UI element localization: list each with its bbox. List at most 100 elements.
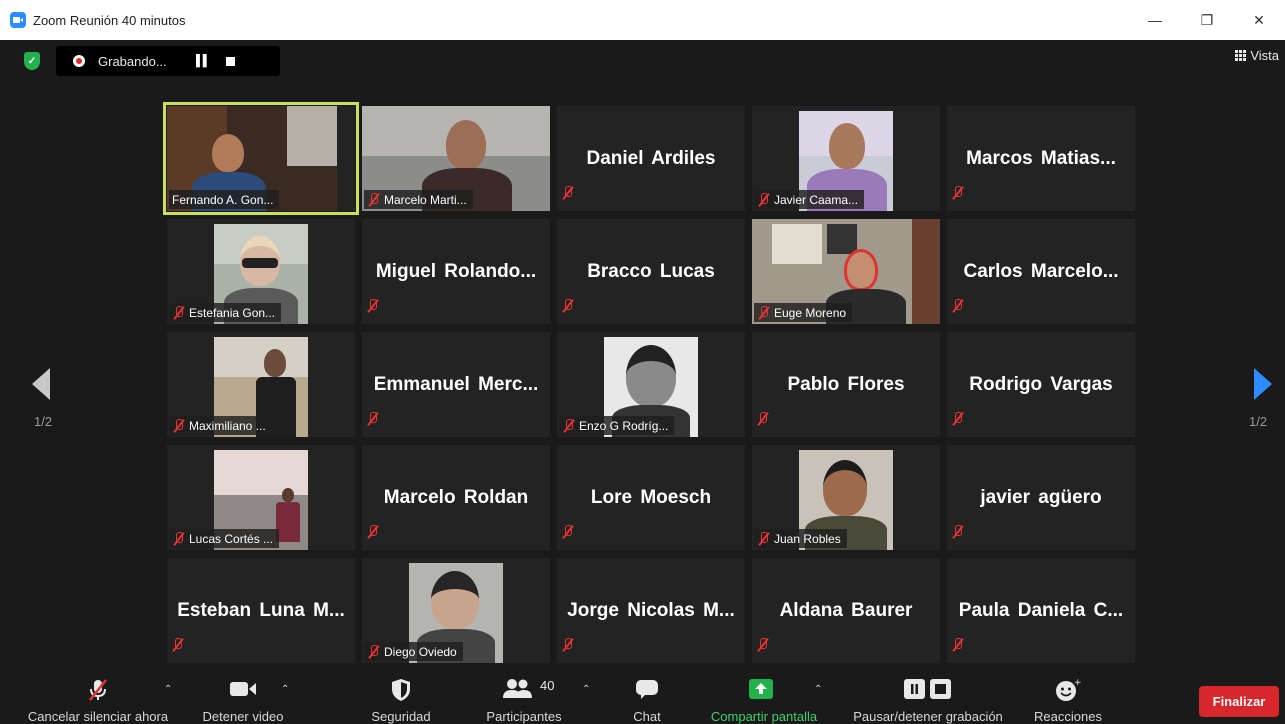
grid-view-icon	[1235, 50, 1247, 61]
participant-tile[interactable]: Euge Moreno	[752, 219, 940, 324]
mic-muted-icon	[756, 412, 769, 426]
participant-tile[interactable]: Marcelo Marti...	[362, 106, 550, 211]
participant-tile[interactable]: Fernando A. Gon...	[163, 102, 359, 215]
mic-muted-icon	[757, 192, 770, 207]
participant-tile[interactable]: Marcelo Roldan	[362, 445, 550, 550]
participant-tile[interactable]: Lore Moesch	[557, 445, 745, 550]
recording-bar: Grabando... ▌▌	[56, 46, 280, 76]
share-screen-label: Compartir pantalla	[710, 709, 818, 724]
participant-name-label: Estefania Gon...	[169, 303, 282, 322]
security-shield-icon	[392, 679, 410, 701]
next-page-arrow-icon[interactable]	[1254, 368, 1272, 400]
participant-name-label: Javier Caama...	[754, 190, 865, 209]
participant-tile[interactable]: Marcos Matias...	[947, 106, 1135, 211]
share-screen-button[interactable]: Compartir pantalla	[700, 666, 828, 724]
participant-name-label: Euge Moreno	[754, 303, 853, 322]
meeting-toolbar: Cancelar silenciar ahora ⌃ Detener video…	[0, 666, 1285, 724]
participant-tile[interactable]: Daniel Ardiles	[557, 106, 745, 211]
participant-tile[interactable]: Maximiliano ...	[167, 332, 355, 437]
participant-tile[interactable]: Rodrigo Vargas	[947, 332, 1135, 437]
mic-muted-icon	[561, 186, 574, 200]
restore-button[interactable]: ❐	[1181, 0, 1233, 40]
participant-tile[interactable]: Juan Robles	[752, 445, 940, 550]
participants-button[interactable]: 40 Participantes	[472, 666, 576, 724]
participant-name-label: Enzo G Rodríg...	[559, 416, 675, 435]
participants-icon	[502, 679, 532, 698]
mic-muted-icon	[561, 299, 574, 313]
audio-options-caret-icon[interactable]: ⌃	[164, 684, 172, 695]
participant-tile[interactable]: Estefania Gon...	[167, 219, 355, 324]
pause-stop-recording-icon	[904, 679, 951, 699]
reactions-label: Reacciones	[1034, 709, 1102, 724]
participant-tile[interactable]: Esteban Luna M...	[167, 558, 355, 663]
gallery-grid: Fernando A. Gon... Marcelo Marti... Dani…	[163, 102, 1137, 664]
participant-tile[interactable]: Pablo Flores	[752, 332, 940, 437]
mic-muted-icon	[951, 299, 964, 313]
participant-name: Miguel Rolando...	[375, 261, 537, 282]
chat-button[interactable]: Chat	[612, 666, 682, 724]
chat-label: Chat	[633, 709, 661, 724]
mic-muted-icon	[951, 525, 964, 539]
participant-name-label: Marcelo Marti...	[364, 190, 473, 209]
participant-tile[interactable]: Bracco Lucas	[557, 219, 745, 324]
participant-tile[interactable]: Lucas Cortés ...	[167, 445, 355, 550]
microphone-muted-icon	[89, 679, 107, 701]
participant-tile[interactable]: Carlos Marcelo...	[947, 219, 1135, 324]
pause-recording-icon[interactable]: ▌▌	[196, 55, 222, 67]
stop-video-button[interactable]: Detener video	[190, 666, 296, 724]
mic-muted-icon	[172, 418, 185, 433]
minimize-button[interactable]: —	[1129, 0, 1181, 40]
page-indicator-left: 1/2	[34, 414, 53, 429]
mic-muted-icon	[562, 418, 575, 433]
security-label: Seguridad	[371, 709, 431, 724]
mic-muted-icon	[172, 531, 185, 546]
share-screen-icon	[749, 679, 774, 699]
participant-name-label: Fernando A. Gon...	[169, 190, 280, 209]
reactions-button[interactable]: + Reacciones	[1024, 666, 1112, 724]
view-button[interactable]: Vista	[1235, 48, 1279, 63]
mic-muted-icon	[561, 638, 574, 652]
participant-name: Aldana Baurer	[779, 600, 913, 621]
mic-muted-icon	[561, 525, 574, 539]
participant-name-label: Diego Oviedo	[364, 642, 463, 661]
close-button[interactable]: ✕	[1233, 0, 1285, 40]
participant-tile[interactable]: Miguel Rolando...	[362, 219, 550, 324]
pause-stop-recording-button[interactable]: Pausar/detener grabación	[840, 666, 1016, 724]
participant-tile[interactable]: Paula Daniela C...	[947, 558, 1135, 663]
stop-recording-icon[interactable]	[226, 56, 235, 66]
participant-name: Pablo Flores	[787, 374, 905, 395]
participant-name: Esteban Luna M...	[177, 600, 345, 621]
mic-muted-icon	[756, 638, 769, 652]
participant-name: Carlos Marcelo...	[963, 261, 1119, 282]
participant-name-label: Juan Robles	[754, 529, 847, 548]
mic-muted-icon	[171, 638, 184, 652]
security-button[interactable]: Seguridad	[356, 666, 446, 724]
mic-muted-icon	[367, 192, 380, 207]
participant-tile[interactable]: Javier Caama...	[752, 106, 940, 211]
previous-page-arrow-icon[interactable]	[32, 368, 50, 400]
participant-tile[interactable]: javier agüero	[947, 445, 1135, 550]
pause-stop-recording-label: Pausar/detener grabación	[853, 709, 1003, 724]
recording-status: Grabando...	[98, 53, 167, 69]
page-indicator-right: 1/2	[1249, 414, 1268, 429]
participant-name: Jorge Nicolas M...	[567, 600, 735, 621]
video-options-caret-icon[interactable]: ⌃	[281, 684, 289, 695]
mic-muted-icon	[951, 186, 964, 200]
mic-muted-icon	[757, 305, 770, 320]
end-meeting-button[interactable]: Finalizar	[1199, 686, 1279, 717]
share-options-caret-icon[interactable]: ⌃	[814, 684, 822, 695]
svg-text:+: +	[1074, 678, 1081, 688]
participant-name: Lore Moesch	[590, 487, 712, 508]
title-bar: Zoom Reunión 40 minutos — ❐ ✕	[0, 0, 1285, 40]
participant-tile[interactable]: Jorge Nicolas M...	[557, 558, 745, 663]
participant-tile[interactable]: Diego Oviedo	[362, 558, 550, 663]
unmute-button[interactable]: Cancelar silenciar ahora	[14, 666, 182, 724]
participants-options-caret-icon[interactable]: ⌃	[582, 684, 590, 695]
participant-tile[interactable]: Enzo G Rodríg...	[557, 332, 745, 437]
participants-count: 40	[540, 678, 555, 693]
participant-name: Bracco Lucas	[587, 261, 715, 282]
participant-tile[interactable]: Emmanuel Merc...	[362, 332, 550, 437]
encryption-shield-icon[interactable]: ✓	[24, 52, 40, 70]
participant-name: Daniel Ardiles	[586, 148, 716, 169]
participant-tile[interactable]: Aldana Baurer	[752, 558, 940, 663]
